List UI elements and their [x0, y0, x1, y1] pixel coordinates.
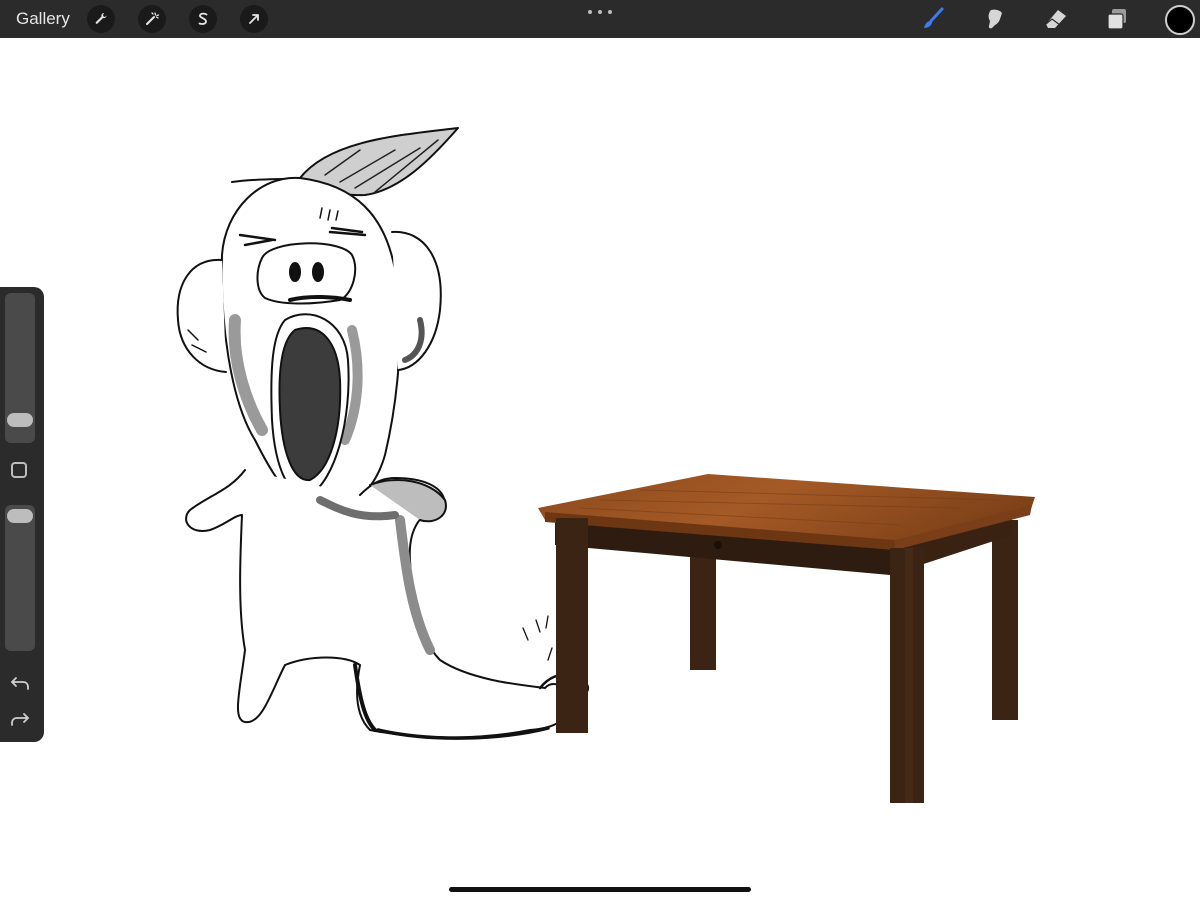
- artwork: [176, 127, 1035, 803]
- eraser-icon: [1045, 10, 1066, 28]
- snout: [256, 242, 357, 305]
- procreate-app: Gallery: [0, 0, 1200, 900]
- smudge-tool-button[interactable]: [980, 4, 1010, 34]
- top-toolbar: Gallery: [0, 0, 1200, 38]
- selection-button[interactable]: [189, 5, 217, 33]
- left-ear: [176, 258, 227, 373]
- layers-button[interactable]: [1102, 4, 1132, 34]
- magic-wand-icon: [146, 12, 160, 25]
- selection-icon: [198, 12, 208, 25]
- opacity-slider[interactable]: [5, 505, 35, 651]
- body: [185, 469, 572, 739]
- brush-size-thumb[interactable]: [7, 412, 33, 427]
- adjustments-button[interactable]: [138, 5, 166, 33]
- undo-icon: [11, 677, 29, 690]
- transform-arrow-icon: [249, 14, 259, 24]
- brush-tool-button[interactable]: [918, 4, 948, 34]
- transform-button[interactable]: [240, 5, 268, 33]
- gallery-button[interactable]: Gallery: [16, 9, 70, 29]
- redo-icon: [11, 713, 29, 726]
- layers-icon: [1107, 9, 1126, 30]
- undo-button[interactable]: [8, 673, 32, 693]
- more-options-button[interactable]: [588, 8, 612, 16]
- dot: [588, 10, 592, 14]
- dot: [608, 10, 612, 14]
- color-picker-button[interactable]: [1165, 5, 1195, 35]
- wrench-icon: [95, 13, 107, 24]
- smudge-icon: [988, 9, 1002, 29]
- brush-icon: [924, 7, 944, 28]
- modify-button[interactable]: [11, 462, 27, 478]
- eraser-tool-button[interactable]: [1041, 4, 1071, 34]
- left-sidebar: [0, 287, 44, 742]
- opacity-thumb[interactable]: [7, 509, 33, 523]
- actions-button[interactable]: [87, 5, 115, 33]
- redo-button[interactable]: [8, 709, 32, 729]
- dot: [598, 10, 602, 14]
- wooden-table: [538, 474, 1035, 803]
- home-indicator[interactable]: [449, 887, 751, 892]
- sketch-character: [176, 127, 590, 740]
